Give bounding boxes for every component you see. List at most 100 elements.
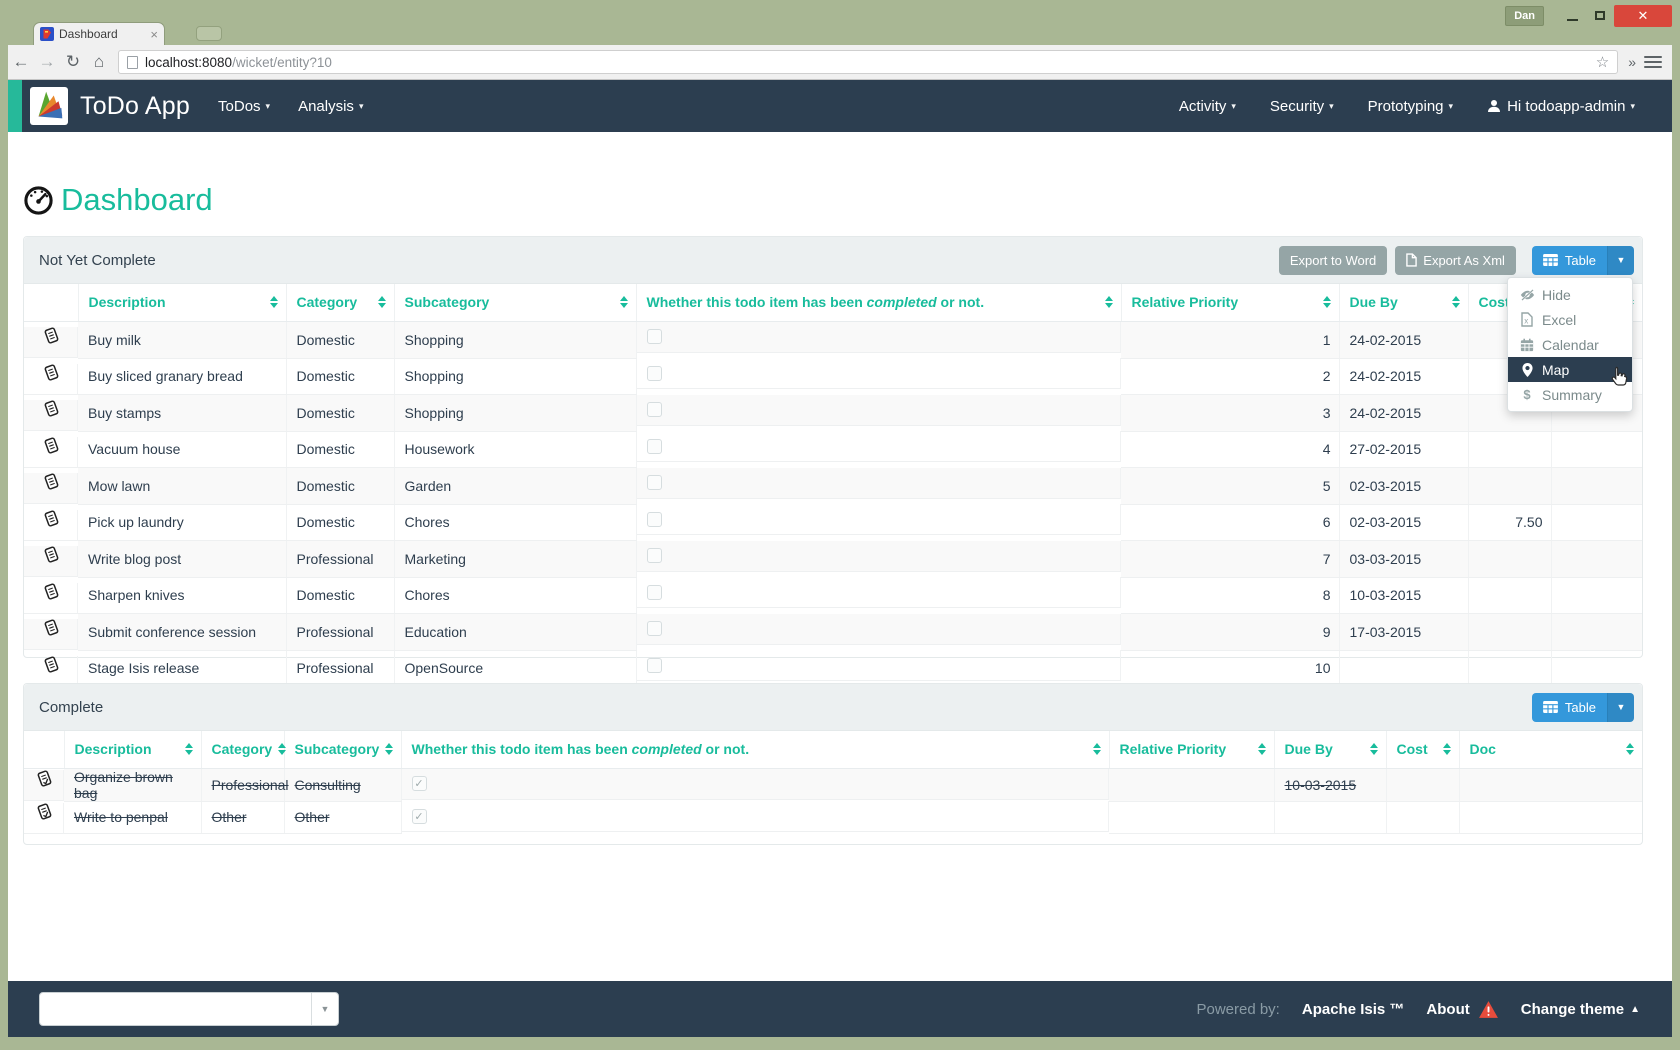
about-link[interactable]: About	[1426, 1000, 1498, 1019]
app-logo[interactable]	[30, 87, 68, 125]
table-row[interactable]: Pick up laundryDomesticChores602-03-2015…	[24, 504, 1642, 541]
browser-tab[interactable]: Dashboard ×	[33, 22, 165, 45]
table-row[interactable]: Buy sliced granary breadDomesticShopping…	[24, 358, 1642, 395]
chrome-user-badge[interactable]: Dan	[1505, 6, 1544, 26]
calendar-icon	[1518, 338, 1536, 352]
completed-checkbox[interactable]	[647, 621, 662, 636]
sort-icon[interactable]	[1317, 296, 1331, 308]
menu-item-map[interactable]: Map	[1508, 357, 1632, 382]
apache-isis-link[interactable]: Apache Isis ™	[1302, 1001, 1405, 1018]
menu-item-hide[interactable]: Hide	[1508, 282, 1632, 307]
nav-analysis[interactable]: Analysis▾	[298, 98, 363, 115]
menu-item-calendar[interactable]: Calendar	[1508, 332, 1632, 357]
back-icon[interactable]: ←	[8, 52, 34, 72]
new-tab-button[interactable]	[196, 26, 222, 41]
col-completed[interactable]: Whether this todo item has been complete…	[636, 284, 1121, 321]
completed-checkbox[interactable]: ✓	[412, 809, 427, 824]
eye-slash-icon	[1518, 289, 1536, 301]
export-as-xml-button[interactable]: Export As Xml	[1395, 246, 1516, 275]
table-row[interactable]: Buy stampsDomesticShopping324-02-2015	[24, 395, 1642, 432]
nav-prototyping[interactable]: Prototyping▾	[1368, 98, 1453, 115]
panel-title: Not Yet Complete	[39, 252, 156, 269]
sort-icon[interactable]	[379, 743, 393, 755]
sort-icon[interactable]	[1446, 296, 1460, 308]
sort-icon[interactable]	[1364, 743, 1378, 755]
sort-icon[interactable]	[264, 296, 278, 308]
col-priority[interactable]: Relative Priority	[1109, 731, 1274, 768]
table-row[interactable]: Write blog postProfessionalMarketing703-…	[24, 541, 1642, 578]
forward-icon[interactable]: →	[34, 52, 60, 72]
completed-checkbox[interactable]	[647, 329, 662, 344]
col-subcategory[interactable]: Subcategory	[284, 731, 401, 768]
col-category[interactable]: Category	[201, 731, 284, 768]
nav-user-menu[interactable]: Hi todoapp-admin▾	[1487, 98, 1635, 115]
col-description[interactable]: Description	[64, 731, 201, 768]
table-row[interactable]: Mow lawnDomesticGarden502-03-2015	[24, 468, 1642, 505]
bookmark-star-icon[interactable]: ☆	[1596, 53, 1609, 71]
table-row[interactable]: Write to penpalOtherOther ✓	[24, 801, 1642, 834]
reload-icon[interactable]: ↻	[60, 52, 86, 72]
table-row[interactable]: Stage Isis releaseProfessionalOpenSource…	[24, 650, 1642, 687]
completed-checkbox[interactable]	[647, 658, 662, 673]
col-doc[interactable]: Doc	[1459, 731, 1642, 768]
sort-icon[interactable]	[1620, 743, 1634, 755]
col-due-by[interactable]: Due By	[1339, 284, 1468, 321]
page-heading: Dashboard	[23, 182, 213, 218]
col-completed[interactable]: Whether this todo item has been complete…	[401, 731, 1109, 768]
sort-icon[interactable]	[372, 296, 386, 308]
table-view-button[interactable]: Table	[1532, 246, 1607, 275]
table-row[interactable]: Buy milkDomesticShopping124-02-2015	[24, 321, 1642, 358]
sort-icon[interactable]	[1087, 743, 1101, 755]
col-cost[interactable]: Cost	[1386, 731, 1459, 768]
maximize-button[interactable]	[1586, 5, 1614, 27]
sort-icon[interactable]	[1099, 296, 1113, 308]
completed-checkbox[interactable]: ✓	[412, 776, 427, 791]
todo-item-icon	[43, 619, 60, 636]
col-priority[interactable]: Relative Priority	[1121, 284, 1339, 321]
close-button[interactable]: ✕	[1614, 5, 1672, 27]
footer-select[interactable]: ▼	[39, 992, 339, 1026]
sort-icon[interactable]	[1437, 743, 1451, 755]
home-icon[interactable]: ⌂	[86, 52, 112, 72]
col-subcategory[interactable]: Subcategory	[394, 284, 636, 321]
menu-item-excel[interactable]: x Excel	[1508, 307, 1632, 332]
sort-icon[interactable]	[179, 743, 193, 755]
view-dropdown-toggle[interactable]: ▼	[1607, 693, 1634, 722]
completed-checkbox[interactable]	[647, 402, 662, 417]
window-titlebar: Dashboard × Dan ✕	[0, 0, 1680, 45]
sort-icon[interactable]	[614, 296, 628, 308]
panel-header: Complete Table ▼	[24, 684, 1642, 731]
change-theme-link[interactable]: Change theme▲	[1521, 1001, 1640, 1018]
completed-checkbox[interactable]	[647, 439, 662, 454]
export-to-word-button[interactable]: Export to Word	[1279, 246, 1387, 275]
table-row[interactable]: Sharpen knivesDomesticChores810-03-2015	[24, 577, 1642, 614]
table-row[interactable]: Vacuum houseDomesticHousework427-02-2015	[24, 431, 1642, 468]
completed-checkbox[interactable]	[647, 548, 662, 563]
view-dropdown-toggle[interactable]: ▼	[1607, 246, 1634, 275]
todo-table-not-yet-complete: Description Category Subcategory Whether…	[24, 284, 1642, 687]
tab-close-icon[interactable]: ×	[150, 28, 158, 41]
sort-icon[interactable]	[1252, 743, 1266, 755]
extensions-overflow-icon[interactable]: »	[1628, 54, 1636, 70]
completed-checkbox[interactable]	[647, 512, 662, 527]
nav-activity[interactable]: Activity▾	[1179, 98, 1236, 115]
completed-checkbox[interactable]	[647, 366, 662, 381]
browser-menu-icon[interactable]	[1644, 53, 1662, 71]
completed-checkbox[interactable]	[647, 585, 662, 600]
table-row[interactable]: Submit conference sessionProfessionalEdu…	[24, 614, 1642, 651]
col-category[interactable]: Category	[286, 284, 394, 321]
chevron-down-icon: ▾	[359, 101, 364, 112]
table-row[interactable]: Organize brown bagProfessionalConsulting…	[24, 768, 1642, 801]
col-description[interactable]: Description	[78, 284, 286, 321]
url-text[interactable]: localhost:8080/wicket/entity?10	[145, 55, 332, 70]
sort-icon[interactable]	[272, 743, 286, 755]
table-view-button[interactable]: Table	[1532, 693, 1607, 722]
nav-todos[interactable]: ToDos▾	[218, 98, 270, 115]
minimize-button[interactable]	[1558, 5, 1586, 27]
app-title[interactable]: ToDo App	[80, 92, 190, 121]
address-bar[interactable]: localhost:8080/wicket/entity?10 ☆	[118, 50, 1618, 74]
col-due-by[interactable]: Due By	[1274, 731, 1386, 768]
todo-item-done-icon	[36, 803, 53, 820]
nav-security[interactable]: Security▾	[1270, 98, 1334, 115]
completed-checkbox[interactable]	[647, 475, 662, 490]
